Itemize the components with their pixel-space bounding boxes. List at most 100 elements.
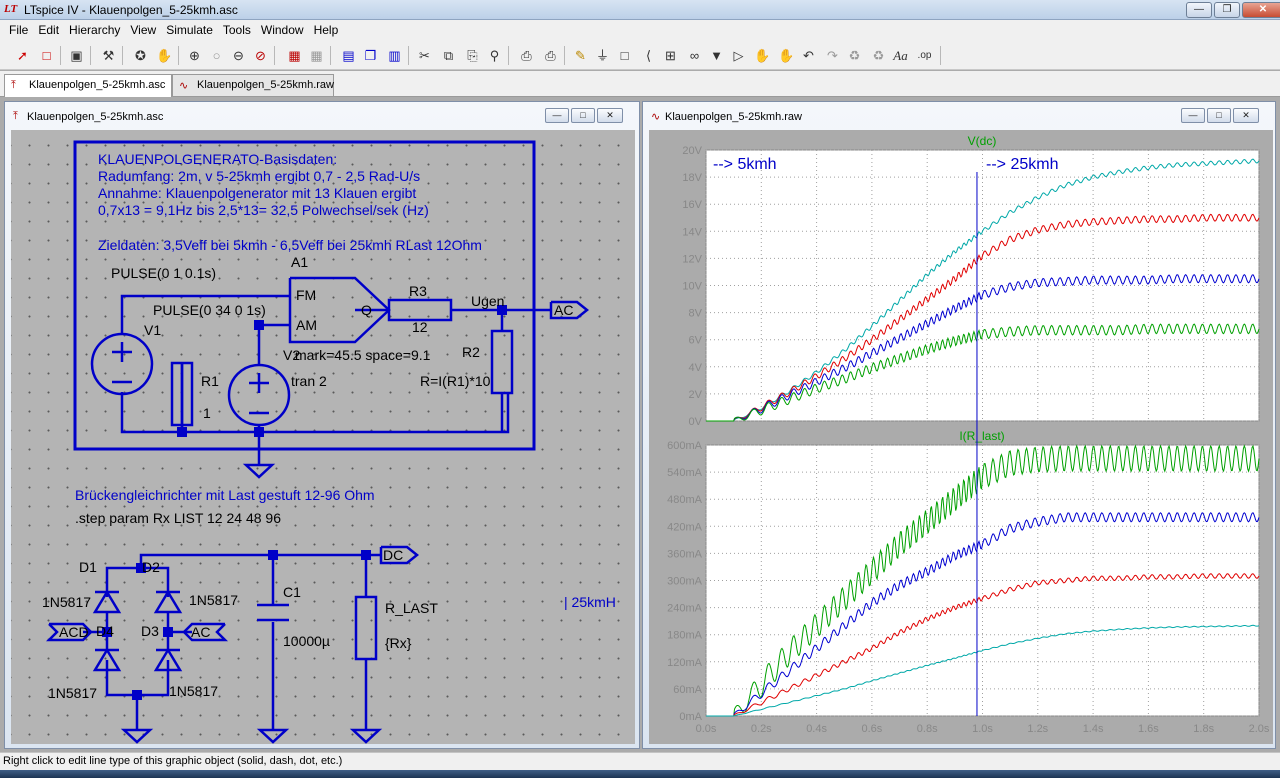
waveform-minimize-button[interactable]: — — [1181, 108, 1205, 123]
y-tick-label[interactable]: 0V — [689, 416, 703, 428]
rotate-icon[interactable]: ♻ — [844, 45, 865, 66]
pulse1-label[interactable]: PULSE(0 1 0.1s) — [111, 265, 216, 281]
v1-label[interactable]: V1 — [144, 322, 161, 338]
text-icon[interactable]: Aa — [890, 45, 911, 66]
acd-label[interactable]: ACD — [59, 624, 89, 640]
menu-edit[interactable]: Edit — [33, 20, 64, 40]
step-directive[interactable]: .step param Rx LIST 12 24 48 96 — [75, 510, 281, 526]
r1-value[interactable]: 1 — [203, 405, 211, 421]
new-schematic-icon[interactable]: □ — [36, 45, 57, 66]
tab-waveform[interactable]: ∿ Klauenpolgen_5-25kmh.raw — [172, 74, 334, 96]
ugen-label[interactable]: Ugen — [471, 293, 504, 309]
menu-hierarchy[interactable]: Hierarchy — [64, 20, 125, 40]
c1-label[interactable]: C1 — [283, 584, 301, 600]
r3-label[interactable]: R3 — [409, 283, 427, 299]
menu-view[interactable]: View — [125, 20, 161, 40]
rlast-value[interactable]: {Rx} — [385, 635, 412, 651]
d4-model[interactable]: 1N5817 — [48, 685, 97, 701]
d2-model[interactable]: 1N5817 — [189, 592, 238, 608]
note-25kmh[interactable]: | 25kmH — [564, 594, 616, 610]
grid-icon[interactable]: ▦ — [306, 45, 327, 66]
zoom-out-icon[interactable]: ⊖ — [228, 45, 249, 66]
d2-label[interactable]: D2 — [142, 559, 160, 575]
undo-icon[interactable]: ↶ — [798, 45, 819, 66]
y-tick-label[interactable]: 540mA — [667, 467, 703, 479]
label-net-icon[interactable]: □ — [614, 45, 635, 66]
y-tick-label[interactable]: 120mA — [667, 657, 703, 669]
autorange-icon[interactable]: ▦ — [284, 45, 305, 66]
tile-vertical-icon[interactable]: ▥ — [384, 45, 405, 66]
schematic-minimize-button[interactable]: — — [545, 108, 569, 123]
r1-label[interactable]: R1 — [201, 373, 219, 389]
rectifier-wires[interactable] — [83, 553, 381, 730]
waveform-close-button[interactable]: ✕ — [1233, 108, 1259, 123]
schematic-canvas[interactable]: KLAUENPOLGENERATO-Basisdaten: Radumfang:… — [11, 130, 635, 744]
tran-directive[interactable]: tran 2 — [291, 373, 327, 389]
annotation-25kmh[interactable]: --> 25kmh — [986, 156, 1058, 173]
y-tick-label[interactable]: 480mA — [667, 494, 703, 506]
x-tick-label[interactable]: 0.4s — [806, 723, 827, 735]
x-tick-label[interactable]: 0.0s — [696, 723, 717, 735]
find-icon[interactable]: ⚲ — [484, 45, 505, 66]
trace-title-irlast[interactable]: I(R_last) — [959, 429, 1004, 443]
ac-in-label[interactable]: AC — [191, 624, 210, 640]
pan-icon[interactable]: ○ — [206, 45, 227, 66]
x-tick-label[interactable]: 1.6s — [1138, 723, 1159, 735]
y-tick-label[interactable]: 4V — [689, 362, 703, 374]
cascade-icon[interactable]: ❐ — [360, 45, 381, 66]
menu-file[interactable]: File — [4, 20, 33, 40]
component-icon[interactable]: ▷ — [728, 45, 749, 66]
move-icon[interactable]: ✋ — [752, 45, 773, 66]
menu-tools[interactable]: Tools — [218, 20, 256, 40]
close-button[interactable]: ✕ — [1242, 2, 1280, 18]
y-tick-label[interactable]: 420mA — [667, 521, 703, 533]
draw-wire-icon[interactable]: ✎ — [570, 45, 591, 66]
ac-out-label[interactable]: AC — [554, 302, 573, 318]
diode-icon[interactable]: ▼ — [706, 45, 727, 66]
control-panel-icon[interactable]: ⚒ — [98, 45, 119, 66]
redo-icon[interactable]: ↷ — [822, 45, 843, 66]
ground-icon[interactable]: ⏚ — [592, 45, 613, 66]
y-tick-label[interactable]: 6V — [689, 335, 703, 347]
y-tick-label[interactable]: 18V — [682, 172, 702, 184]
r2-value[interactable]: R=I(R1)*10 — [420, 373, 491, 389]
a1-label[interactable]: A1 — [291, 254, 308, 270]
maximize-button[interactable]: ❐ — [1214, 2, 1240, 18]
capacitor-icon[interactable]: ⊞ — [660, 45, 681, 66]
drag-icon[interactable]: ✋ — [776, 45, 797, 66]
y-tick-label[interactable]: 240mA — [667, 603, 703, 615]
x-tick-label[interactable]: 1.2s — [1027, 723, 1048, 735]
inductor-icon[interactable]: ∞ — [684, 45, 705, 66]
y-tick-label[interactable]: 60mA — [673, 684, 702, 696]
y-tick-label[interactable]: 600mA — [667, 440, 703, 452]
y-tick-label[interactable]: 180mA — [667, 630, 703, 642]
y-tick-label[interactable]: 300mA — [667, 576, 703, 588]
mirror-icon[interactable]: ♻ — [868, 45, 889, 66]
resistor-icon[interactable]: ⟨ — [638, 45, 659, 66]
r3-value[interactable]: 12 — [412, 319, 428, 335]
schematic-maximize-button[interactable]: □ — [571, 108, 595, 123]
y-tick-label[interactable]: 8V — [689, 308, 703, 320]
d3-label[interactable]: D3 — [141, 623, 159, 639]
schematic-close-button[interactable]: ✕ — [597, 108, 623, 123]
menu-window[interactable]: Window — [256, 20, 309, 40]
zoom-fit-icon[interactable]: ⊘ — [250, 45, 271, 66]
copy-icon[interactable]: ⧉ — [438, 45, 459, 66]
d1-model[interactable]: 1N5817 — [42, 594, 91, 610]
print-icon[interactable]: ⎙ — [540, 45, 561, 66]
x-tick-label[interactable]: 0.6s — [862, 723, 883, 735]
y-tick-label[interactable]: 12V — [682, 253, 702, 265]
minimize-button[interactable]: — — [1186, 2, 1212, 18]
d4-label[interactable]: D4 — [96, 623, 114, 639]
x-tick-label[interactable]: 1.0s — [972, 723, 993, 735]
annotation-5kmh[interactable]: --> 5kmh — [713, 156, 777, 173]
c1-value[interactable]: 10000µ — [283, 633, 330, 649]
open-icon[interactable]: ➚ — [12, 45, 33, 66]
y-tick-label[interactable]: 20V — [682, 145, 702, 157]
waveform-canvas[interactable]: 0V 2V 4V 6V 8V 10V 12V 14V 16V 18V 20V 0mA 60mA 120mA… — [649, 130, 1273, 744]
x-tick-label[interactable]: 1.4s — [1083, 723, 1104, 735]
d3-model[interactable]: 1N5817 — [169, 683, 218, 699]
y-tick-label[interactable]: 0mA — [679, 711, 702, 723]
y-tick-label[interactable]: 2V — [689, 389, 703, 401]
y-tick-label[interactable]: 10V — [682, 281, 702, 293]
